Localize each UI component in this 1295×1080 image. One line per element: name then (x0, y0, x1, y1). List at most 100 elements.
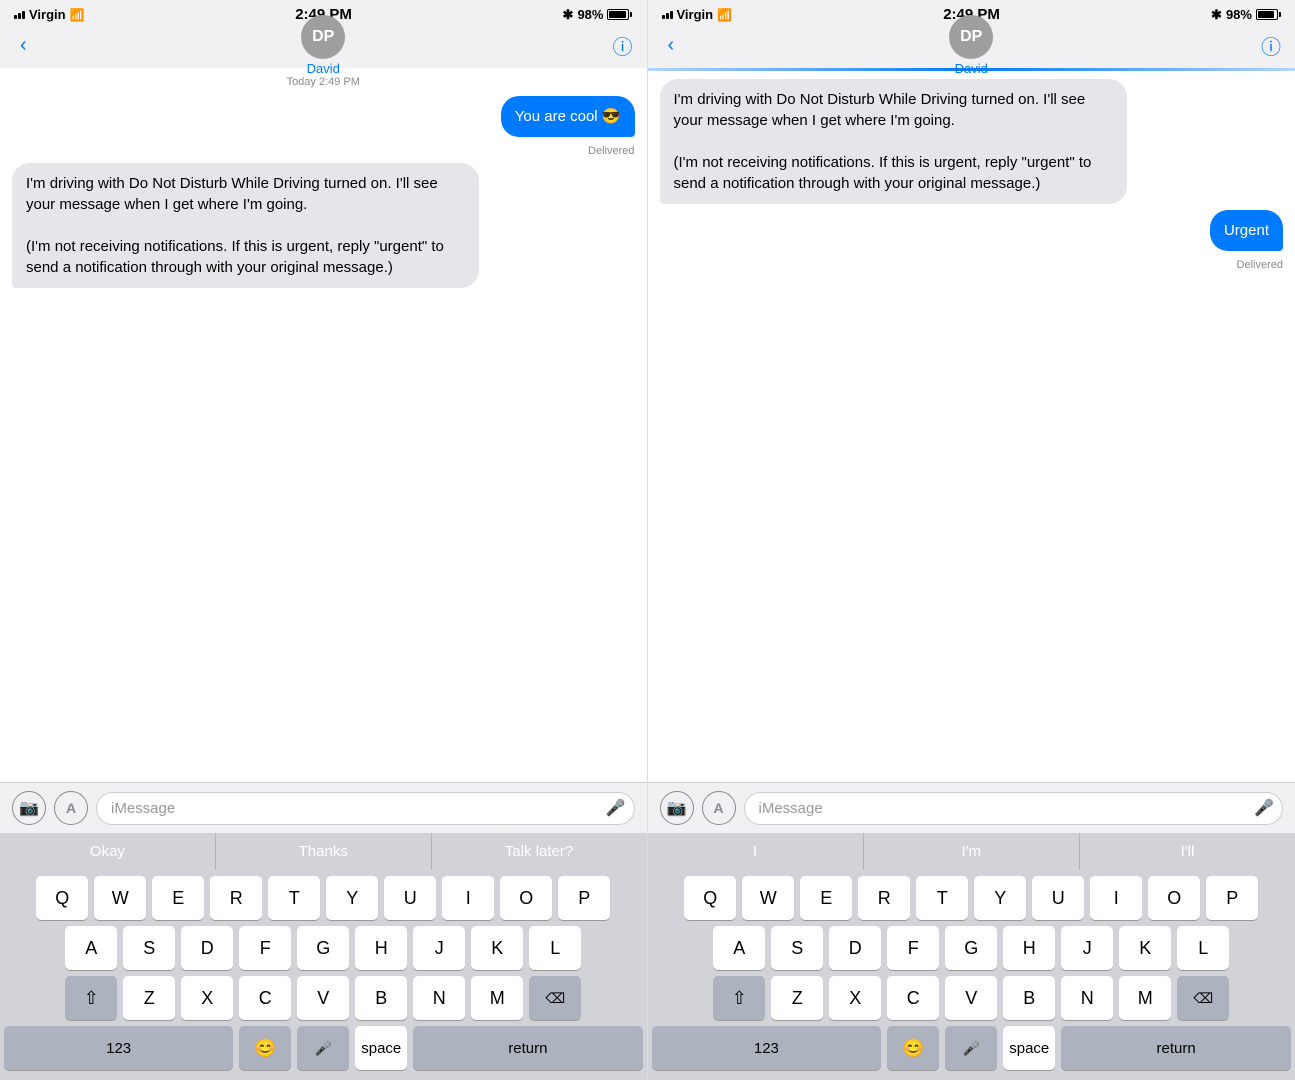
key-p-left[interactable]: P (558, 876, 610, 920)
key-j-right[interactable]: J (1061, 926, 1113, 970)
key-emoji-right[interactable]: 😊 (887, 1026, 939, 1070)
left-phone-panel: Virgin 📶 2:49 PM ✱ 98% ‹ DP David ⓘ Toda… (0, 0, 648, 1080)
key-mic-left[interactable]: 🎤 (297, 1026, 349, 1070)
key-delete-right[interactable]: ⌫ (1177, 976, 1229, 1020)
nav-bar-left: ‹ DP David ⓘ (0, 27, 647, 68)
predictive-talk-later[interactable]: Talk later? (432, 833, 647, 870)
key-y-left[interactable]: Y (326, 876, 378, 920)
app-button-right[interactable]: A (702, 791, 736, 825)
key-t-left[interactable]: T (268, 876, 320, 920)
key-d-right[interactable]: D (829, 926, 881, 970)
key-o-right[interactable]: O (1148, 876, 1200, 920)
message-row-in-right: I'm driving with Do Not Disturb While Dr… (660, 79, 1284, 204)
key-return-left[interactable]: return (413, 1026, 642, 1070)
info-button-left[interactable]: ⓘ (613, 31, 633, 60)
predictive-bar-right: I I'm I'll (648, 833, 1295, 870)
predictive-thanks[interactable]: Thanks (216, 833, 432, 870)
key-l-left[interactable]: L (529, 926, 581, 970)
key-k-right[interactable]: K (1119, 926, 1171, 970)
key-x-right[interactable]: X (829, 976, 881, 1020)
key-u-left[interactable]: U (384, 876, 436, 920)
bubble-out-left: You are cool 😎 (501, 96, 635, 137)
key-f-right[interactable]: F (887, 926, 939, 970)
key-n-right[interactable]: N (1061, 976, 1113, 1020)
back-button-left[interactable]: ‹ (14, 32, 33, 59)
key-j-left[interactable]: J (413, 926, 465, 970)
key-h-left[interactable]: H (355, 926, 407, 970)
key-mic-right[interactable]: 🎤 (945, 1026, 997, 1070)
camera-button-right[interactable]: 📷 (660, 791, 694, 825)
input-wrapper-left: iMessage 🎤 (96, 792, 635, 825)
key-shift-left[interactable]: ⇧ (65, 976, 117, 1020)
battery-icon-left (607, 9, 632, 20)
predictive-im[interactable]: I'm (864, 833, 1080, 870)
info-button-right[interactable]: ⓘ (1261, 31, 1281, 60)
nav-bar-right: ‹ DP David ⓘ (648, 27, 1295, 68)
key-d-left[interactable]: D (181, 926, 233, 970)
key-123-left[interactable]: 123 (4, 1026, 233, 1070)
key-c-right[interactable]: C (887, 976, 939, 1020)
mic-icon-left: 🎤 (606, 798, 626, 818)
app-button-left[interactable]: A (54, 791, 88, 825)
key-u-right[interactable]: U (1032, 876, 1084, 920)
key-return-right[interactable]: return (1061, 1026, 1291, 1070)
key-v-left[interactable]: V (297, 976, 349, 1020)
message-input-left[interactable]: iMessage 🎤 (96, 792, 635, 825)
bubble-in-left: I'm driving with Do Not Disturb While Dr… (12, 163, 479, 288)
key-a-right[interactable]: A (713, 926, 765, 970)
keyboard-right: Q W E R T Y U I O P A S D F G H J K L ⇧ … (648, 870, 1295, 1080)
key-b-left[interactable]: B (355, 976, 407, 1020)
key-123-right[interactable]: 123 (652, 1026, 882, 1070)
key-p-right[interactable]: P (1206, 876, 1258, 920)
key-f-left[interactable]: F (239, 926, 291, 970)
key-z-left[interactable]: Z (123, 976, 175, 1020)
key-e-right[interactable]: E (800, 876, 852, 920)
key-i-right[interactable]: I (1090, 876, 1142, 920)
message-input-right[interactable]: iMessage 🎤 (744, 792, 1284, 825)
key-m-left[interactable]: M (471, 976, 523, 1020)
key-x-left[interactable]: X (181, 976, 233, 1020)
key-h-right[interactable]: H (1003, 926, 1055, 970)
predictive-okay[interactable]: Okay (0, 833, 216, 870)
key-m-right[interactable]: M (1119, 976, 1171, 1020)
bubble-in-right: I'm driving with Do Not Disturb While Dr… (660, 79, 1128, 204)
key-q-right[interactable]: Q (684, 876, 736, 920)
key-w-left[interactable]: W (94, 876, 146, 920)
key-z-right[interactable]: Z (771, 976, 823, 1020)
key-space-left[interactable]: space (355, 1026, 407, 1070)
key-q-left[interactable]: Q (36, 876, 88, 920)
messages-area-left: Today 2:49 PM You are cool 😎 Delivered I… (0, 68, 647, 782)
key-c-left[interactable]: C (239, 976, 291, 1020)
key-r-left[interactable]: R (210, 876, 262, 920)
key-emoji-left[interactable]: 😊 (239, 1026, 291, 1070)
key-n-left[interactable]: N (413, 976, 465, 1020)
key-b-right[interactable]: B (1003, 976, 1055, 1020)
predictive-i[interactable]: I (648, 833, 864, 870)
key-v-right[interactable]: V (945, 976, 997, 1020)
key-e-left[interactable]: E (152, 876, 204, 920)
carrier-left: Virgin (29, 7, 66, 22)
key-t-right[interactable]: T (916, 876, 968, 920)
predictive-ill[interactable]: I'll (1080, 833, 1295, 870)
key-i-left[interactable]: I (442, 876, 494, 920)
key-w-right[interactable]: W (742, 876, 794, 920)
key-a-left[interactable]: A (65, 926, 117, 970)
key-y-right[interactable]: Y (974, 876, 1026, 920)
back-button-right[interactable]: ‹ (662, 32, 681, 59)
key-g-right[interactable]: G (945, 926, 997, 970)
camera-button-left[interactable]: 📷 (12, 791, 46, 825)
key-shift-right[interactable]: ⇧ (713, 976, 765, 1020)
key-s-right[interactable]: S (771, 926, 823, 970)
key-k-left[interactable]: K (471, 926, 523, 970)
key-r-right[interactable]: R (858, 876, 910, 920)
key-l-right[interactable]: L (1177, 926, 1229, 970)
key-space-right[interactable]: space (1003, 1026, 1055, 1070)
predictive-bar-left: Okay Thanks Talk later? (0, 833, 647, 870)
contact-name-left: David (307, 61, 340, 76)
key-delete-left[interactable]: ⌫ (529, 976, 581, 1020)
input-area-right: 📷 A iMessage 🎤 (648, 782, 1295, 833)
nav-center-right: DP David (949, 15, 993, 76)
key-s-left[interactable]: S (123, 926, 175, 970)
key-o-left[interactable]: O (500, 876, 552, 920)
key-g-left[interactable]: G (297, 926, 349, 970)
